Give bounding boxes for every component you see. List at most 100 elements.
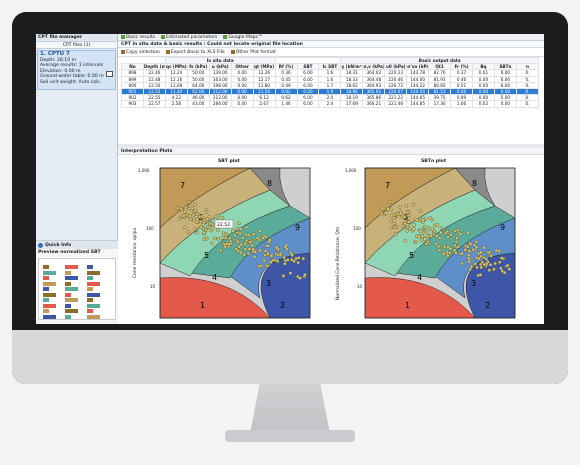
data-point (438, 236, 442, 240)
data-point (195, 212, 199, 216)
data-point (436, 244, 441, 249)
data-point (467, 253, 471, 257)
data-point (190, 206, 194, 210)
data-point (487, 250, 492, 255)
data-point (194, 220, 199, 224)
data-point (406, 223, 410, 227)
data-point (218, 248, 223, 253)
column-header[interactable]: u (kPa) (208, 63, 232, 71)
data-point (487, 268, 492, 272)
data-point (210, 226, 214, 231)
data-point (403, 238, 407, 243)
copy-selection-button[interactable]: Copy selection (121, 50, 160, 55)
data-point (435, 223, 440, 227)
data-point (419, 238, 424, 243)
data-point (258, 248, 262, 253)
data-point (392, 221, 397, 226)
data-point (292, 259, 296, 263)
data-point (448, 246, 453, 251)
data-point (418, 208, 423, 213)
tab-google-maps[interactable]: Google Maps™ (223, 35, 263, 40)
data-point (187, 200, 191, 204)
data-point (460, 251, 464, 256)
data-point (446, 253, 450, 258)
data-point (393, 225, 397, 230)
results-table: In situ data Basic output data No Depth (… (121, 56, 540, 108)
data-point (421, 217, 425, 222)
data-point (220, 236, 225, 240)
data-point (466, 245, 470, 249)
column-header[interactable]: u0 (kPa) (384, 63, 408, 71)
cpt-file-item[interactable]: 1. CPTU 7 Depth: 28.10 m Average results… (37, 50, 116, 90)
app-window: CPT file manager CPT files (1) 1. CPTU 7… (36, 34, 544, 324)
preview-bar (87, 287, 93, 291)
zone-label: 9 (295, 223, 300, 232)
data-point (475, 265, 479, 270)
edit-icon[interactable] (106, 71, 113, 77)
data-point (389, 225, 394, 230)
data-point (188, 217, 193, 221)
data-point (482, 245, 486, 250)
data-point (288, 271, 293, 275)
column-header[interactable]: γ (kN/m³) (340, 63, 364, 71)
data-point (204, 228, 208, 232)
data-point (298, 276, 302, 280)
column-header[interactable]: Depth (m) (142, 63, 166, 71)
column-header[interactable]: qc (MPa) (164, 63, 188, 71)
data-point (480, 260, 485, 264)
data-point (235, 226, 240, 231)
cpt-file-detail: Soil unit weight: Auto calc. (40, 79, 102, 85)
preview-bar (87, 309, 93, 313)
column-header[interactable]: σ,v (kPa) (362, 63, 386, 71)
zone-label: 7 (385, 181, 390, 190)
data-point (407, 213, 412, 218)
data-point (234, 247, 238, 251)
data-point (392, 216, 396, 220)
data-point (460, 261, 464, 266)
column-header[interactable]: qt (MPa) (252, 63, 276, 71)
data-point (233, 233, 237, 238)
table-row[interactable]: 903 22.57 2.58 43.00 284.00 0.00 2.67 1.46 6.00 2… (121, 100, 540, 108)
tab-cpt-files[interactable]: CPT files (1) (36, 42, 117, 49)
zone-label: 4 (417, 273, 422, 282)
data-point (202, 220, 206, 225)
panel-title: CPT file manager (36, 34, 117, 42)
data-point (259, 263, 264, 268)
table-cell: 17.69 (340, 100, 364, 108)
monitor-chin (12, 330, 568, 384)
other-plot-format-button[interactable]: Other Plot format (230, 50, 276, 55)
data-point (435, 234, 439, 238)
preview-bar (87, 276, 93, 280)
column-header[interactable]: fs (kPa) (186, 63, 210, 71)
data-point (258, 229, 262, 233)
data-point (423, 237, 427, 241)
preview-title: Preview normalized SBT (38, 250, 101, 255)
preview-bar (65, 265, 78, 269)
data-point (239, 227, 243, 231)
data-point (175, 206, 180, 210)
data-point (284, 243, 289, 248)
preview-bar (43, 287, 49, 291)
table-cell: 221.46 (384, 100, 408, 108)
info-icon (38, 242, 43, 248)
data-point (479, 265, 484, 270)
preview-bar (43, 309, 49, 313)
column-header[interactable]: σ'vo (kPa) (406, 63, 430, 71)
table-cell: 0.00 (230, 100, 254, 108)
table-icon (121, 35, 125, 39)
zone-label: 3 (266, 279, 271, 288)
tab-estimated-parameters[interactable]: Estimated parameters (161, 35, 217, 40)
data-point (278, 252, 283, 257)
data-point (466, 231, 470, 235)
data-point (386, 207, 390, 211)
data-point (505, 263, 510, 268)
table-cell: 0.02 (472, 100, 495, 108)
export-xls-button[interactable]: Export Basic to XLS File (165, 50, 225, 55)
preview-bar (87, 314, 100, 319)
data-point (266, 251, 270, 256)
preview-bar (65, 314, 71, 319)
tab-basic-results[interactable]: Basic results (121, 35, 155, 40)
table-cell: 17.30 (428, 100, 452, 108)
copy-icon (121, 50, 125, 54)
sbtn-plot: SBTn plot Normalized Cone Resistance, Qt… (333, 158, 538, 324)
